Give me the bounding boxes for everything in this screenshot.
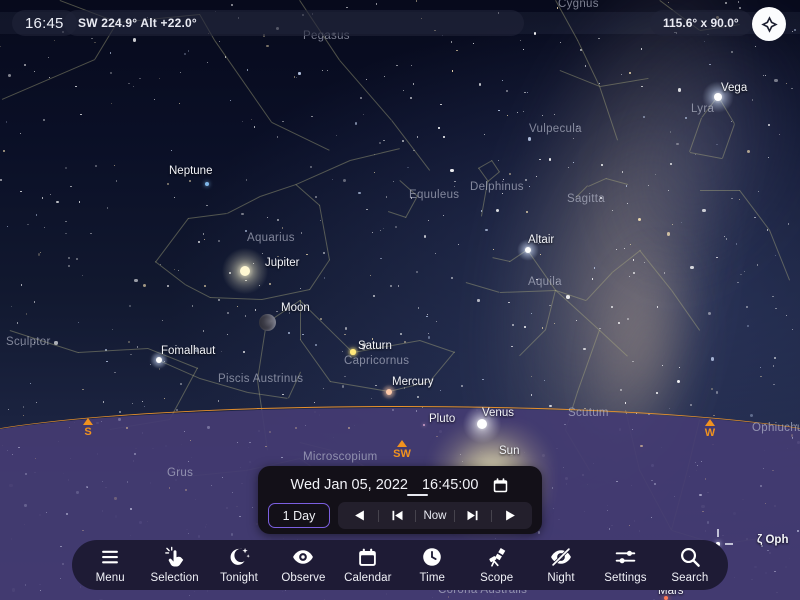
toolbar-item-settings[interactable]: Settings xyxy=(593,546,657,584)
time-step-button[interactable]: 1 Day xyxy=(268,503,330,528)
toolbar-item-calendar[interactable]: Calendar xyxy=(336,546,400,584)
constellation-label: Capricornus xyxy=(344,355,410,367)
divider xyxy=(491,509,493,522)
datetime-row: Wed Jan 05, 2022 16:45:00 xyxy=(258,466,542,498)
toolbar-item-label: Tonight xyxy=(220,572,258,584)
toolbar-item-label: Calendar xyxy=(344,572,392,584)
compass-icon[interactable] xyxy=(752,7,786,41)
constellation-label: Vulpecula xyxy=(529,123,582,135)
date-field-underline xyxy=(407,494,428,496)
top-status-bar: 16:45 SW 224.9° Alt +22.0° 115.6° x 90.0… xyxy=(0,0,800,46)
constellation-label: Sagitta xyxy=(567,193,605,205)
now-button[interactable]: Now xyxy=(421,505,448,527)
transport-controls-row: 1 Day Now xyxy=(258,498,542,529)
transport-bar: Now xyxy=(338,502,532,529)
step-backward-button[interactable] xyxy=(347,505,373,527)
star-label[interactable]: Altair xyxy=(528,234,554,246)
constellation-label: Piscis Austrinus xyxy=(218,373,304,385)
toolbar-item-label: Night xyxy=(547,572,575,584)
toolbar-item-label: Scope xyxy=(480,572,514,584)
toolbar-item-label: Observe xyxy=(281,572,326,584)
calendar-icon xyxy=(357,546,378,568)
time-control-panel[interactable]: Wed Jan 05, 2022 16:45:00 1 Day Now xyxy=(258,466,542,534)
toolbar-item-label: Time xyxy=(419,572,445,584)
sliders-icon xyxy=(614,546,637,568)
constellation-label: Sculptor xyxy=(6,336,51,348)
planet-label[interactable]: Moon xyxy=(281,302,310,314)
toolbar-item-label: Search xyxy=(671,572,709,584)
constellation-label: Delphinus xyxy=(470,181,524,193)
planet-label[interactable]: Neptune xyxy=(169,165,212,177)
view-coordinates-display[interactable]: SW 224.9° Alt +22.0° xyxy=(64,10,524,36)
time-display[interactable]: 16:45:00 xyxy=(422,477,478,493)
play-forward-button[interactable] xyxy=(497,505,523,527)
clock-icon xyxy=(421,546,443,568)
planet-label[interactable]: Jupiter xyxy=(265,257,300,269)
star-label[interactable]: Fomalhaut xyxy=(161,345,215,357)
toolbar-item-label: Settings xyxy=(604,572,647,584)
toolbar-item-selection[interactable]: Selection xyxy=(142,546,206,584)
eye-slash-icon xyxy=(550,546,572,568)
toolbar-item-scope[interactable]: Scope xyxy=(464,546,528,584)
calendar-icon[interactable] xyxy=(492,477,509,494)
toolbar-item-label: Selection xyxy=(150,572,199,584)
bottom-toolbar: Menu Selection Tonight Observe Calendar Time S… xyxy=(72,540,728,590)
toolbar-item-time[interactable]: Time xyxy=(400,546,464,584)
star-label[interactable]: Vega xyxy=(721,82,747,94)
jump-backward-button[interactable] xyxy=(384,505,410,527)
divider xyxy=(453,509,455,522)
toolbar-item-menu[interactable]: Menu xyxy=(78,546,142,584)
divider xyxy=(415,509,417,522)
constellation-label: Aquarius xyxy=(247,232,295,244)
toolbar-item-tonight[interactable]: Tonight xyxy=(207,546,271,584)
planet-label[interactable]: Mercury xyxy=(392,376,434,388)
hamburger-menu-icon xyxy=(99,546,121,568)
crescent-moon-star-icon xyxy=(228,546,250,568)
toolbar-item-label: Menu xyxy=(95,572,125,584)
magnifier-icon xyxy=(679,546,701,568)
toolbar-item-observe[interactable]: Observe xyxy=(271,546,335,584)
toolbar-item-night[interactable]: Night xyxy=(529,546,593,584)
field-of-view-display[interactable]: 115.6° x 90.0° xyxy=(650,10,752,36)
milky-way-band xyxy=(555,0,800,327)
telescope-icon xyxy=(485,546,508,568)
constellation-label: Lyra xyxy=(691,103,715,115)
toolbar-item-search[interactable]: Search xyxy=(658,546,722,584)
sky-app-window: S SW W Neptune Jupiter Moon Saturn Mercury Plut… xyxy=(0,0,800,600)
eye-icon xyxy=(292,546,314,568)
date-display[interactable]: Wed Jan 05, 2022 xyxy=(291,477,408,493)
jump-forward-button[interactable] xyxy=(460,505,486,527)
constellation-label: Equuleus xyxy=(409,189,460,201)
divider xyxy=(377,509,379,522)
pointing-hand-icon xyxy=(164,546,186,568)
